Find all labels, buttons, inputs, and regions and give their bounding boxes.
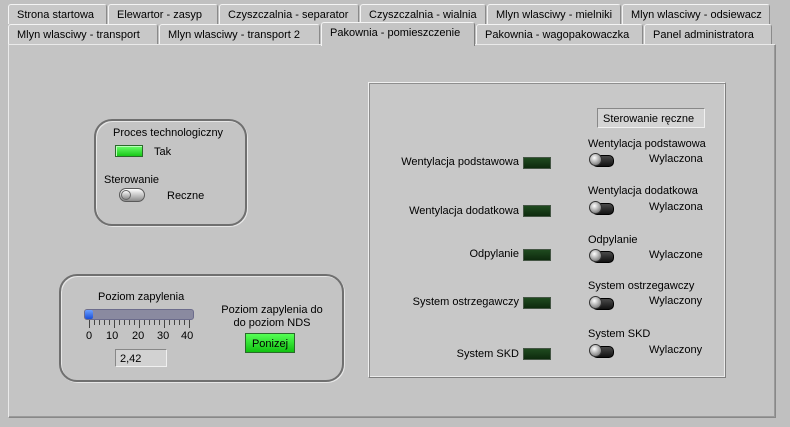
tab-czyszczalnia-wialnia[interactable]: Czyszczalnia - wialnia	[360, 4, 486, 24]
dust-scale-tick	[109, 320, 110, 325]
indicator-label-wentylacja-dodatkowa: Wentylacja dodatkowa	[409, 205, 519, 217]
dust-tick-40: 40	[181, 330, 194, 342]
dust-scale-tick	[144, 320, 145, 325]
switch-label-wentylacja-dodatkowa: Wentylacja dodatkowa	[588, 185, 698, 197]
indicator-led-system-ostrzegawczy	[523, 297, 551, 309]
dust-scale-tick	[189, 320, 190, 328]
tab-pakownia-wagopakowaczka[interactable]: Pakownia - wagopakowaczka	[476, 24, 643, 44]
indicator-label-system-skd: System SKD	[456, 348, 519, 360]
indicator-led-odpylanie	[523, 249, 551, 261]
indicator-led-wentylacja-dodatkowa	[523, 205, 551, 217]
indicator-label-odpylanie: Odpylanie	[469, 248, 519, 260]
dust-scale-tick	[119, 320, 120, 325]
indicator-led-wentylacja-podstawowa	[523, 157, 551, 169]
dust-scale-tick	[104, 320, 105, 325]
dust-scale-tick	[94, 320, 95, 325]
dust-level-fill	[85, 310, 93, 319]
switch-label-system-ostrzegawczy: System ostrzegawczy	[588, 280, 695, 292]
switch-label-odpylanie: Odpylanie	[588, 234, 638, 246]
dust-level-bar	[84, 309, 194, 320]
dust-scale-tick	[154, 320, 155, 325]
switch-state-system-skd: Wylaczony	[649, 344, 703, 356]
control-mode-value: Reczne	[167, 190, 205, 202]
process-status: Tak	[154, 146, 172, 158]
switch-system-ostrzegawczy[interactable]	[589, 296, 614, 310]
dust-scale-tick	[89, 320, 90, 328]
dust-scale-tick	[139, 320, 140, 328]
control-label: Sterowanie	[104, 174, 160, 186]
indicator-label-system-ostrzegawczy: System ostrzegawczy	[412, 296, 519, 308]
tab-elewartor-zasyp[interactable]: Elewartor - zasyp	[108, 4, 218, 24]
switch-wentylacja-dodatkowa[interactable]	[589, 201, 614, 215]
tab-mlyn-transport-2[interactable]: Mlyn wlasciwy - transport 2	[159, 24, 320, 44]
dust-value-display: 2,42	[115, 349, 167, 367]
switch-system-skd[interactable]	[589, 344, 614, 358]
tab-mlyn-transport[interactable]: Mlyn wlasciwy - transport	[8, 24, 158, 44]
tab-czyszczalnia-separator[interactable]: Czyszczalnia - separator	[219, 4, 359, 24]
process-led	[115, 145, 143, 157]
process-label: Proces technologiczny	[113, 127, 224, 139]
dust-tick-30: 30	[157, 330, 170, 342]
tab-strona-startowa[interactable]: Strona startowa	[8, 4, 107, 24]
dust-scale-labels: 0 10 20 30 40	[83, 330, 195, 342]
dust-scale-tick	[159, 320, 160, 325]
manual-control-panel: Sterowanie ręczne Wentylacja podstawowa …	[368, 82, 726, 378]
tab-mlyn-odsiewacz[interactable]: Mlyn wlasciwy - odsiewacz	[622, 4, 770, 24]
dust-scale-tick	[129, 320, 130, 325]
nds-label-line1: Poziom zapylenia do	[221, 304, 323, 316]
switch-state-system-ostrzegawczy: Wylaczony	[649, 295, 703, 307]
switch-odpylanie[interactable]	[589, 249, 614, 263]
dust-scale-tick	[134, 320, 135, 325]
dust-tick-10: 10	[106, 330, 119, 342]
switch-label-system-skd: System SKD	[588, 328, 651, 340]
dust-scale-tick	[114, 320, 115, 328]
indicator-led-system-skd	[523, 348, 551, 360]
nds-label-line2: do poziom NDS	[233, 317, 311, 329]
dust-tick-20: 20	[132, 330, 145, 342]
dust-scale-tick	[124, 320, 125, 325]
dust-scale-tick	[169, 320, 170, 325]
dust-label: Poziom zapylenia	[98, 291, 185, 303]
dust-scale-tick	[184, 320, 185, 325]
switch-label-wentylacja-podstawowa: Wentylacja podstawowa	[588, 138, 706, 150]
tab-mlyn-mielniki[interactable]: Mlyn wlasciwy - mielniki	[487, 4, 621, 24]
tab-pakownia-pomieszczenie[interactable]: Pakownia - pomieszczenie	[321, 22, 475, 46]
dust-scale-tick	[149, 320, 150, 325]
switch-wentylacja-podstawowa[interactable]	[589, 153, 614, 167]
indicator-label-wentylacja-podstawowa: Wentylacja podstawowa	[401, 156, 519, 168]
dust-scale-ticks	[89, 320, 190, 329]
dust-scale-tick	[99, 320, 100, 325]
dust-scale-tick	[179, 320, 180, 325]
switch-state-wentylacja-podstawowa: Wylaczona	[649, 153, 703, 165]
control-mode-toggle[interactable]	[119, 188, 145, 202]
nds-status-indicator: Ponizej	[245, 333, 295, 353]
dust-tick-0: 0	[86, 330, 93, 342]
switch-state-wentylacja-dodatkowa: Wylaczona	[649, 201, 703, 213]
dust-scale-tick	[174, 320, 175, 325]
manual-control-title: Sterowanie ręczne	[597, 108, 705, 128]
dust-scale-tick	[164, 320, 165, 328]
switch-state-odpylanie: Wylaczone	[649, 249, 703, 261]
tab-panel-administratora[interactable]: Panel administratora	[644, 24, 772, 44]
